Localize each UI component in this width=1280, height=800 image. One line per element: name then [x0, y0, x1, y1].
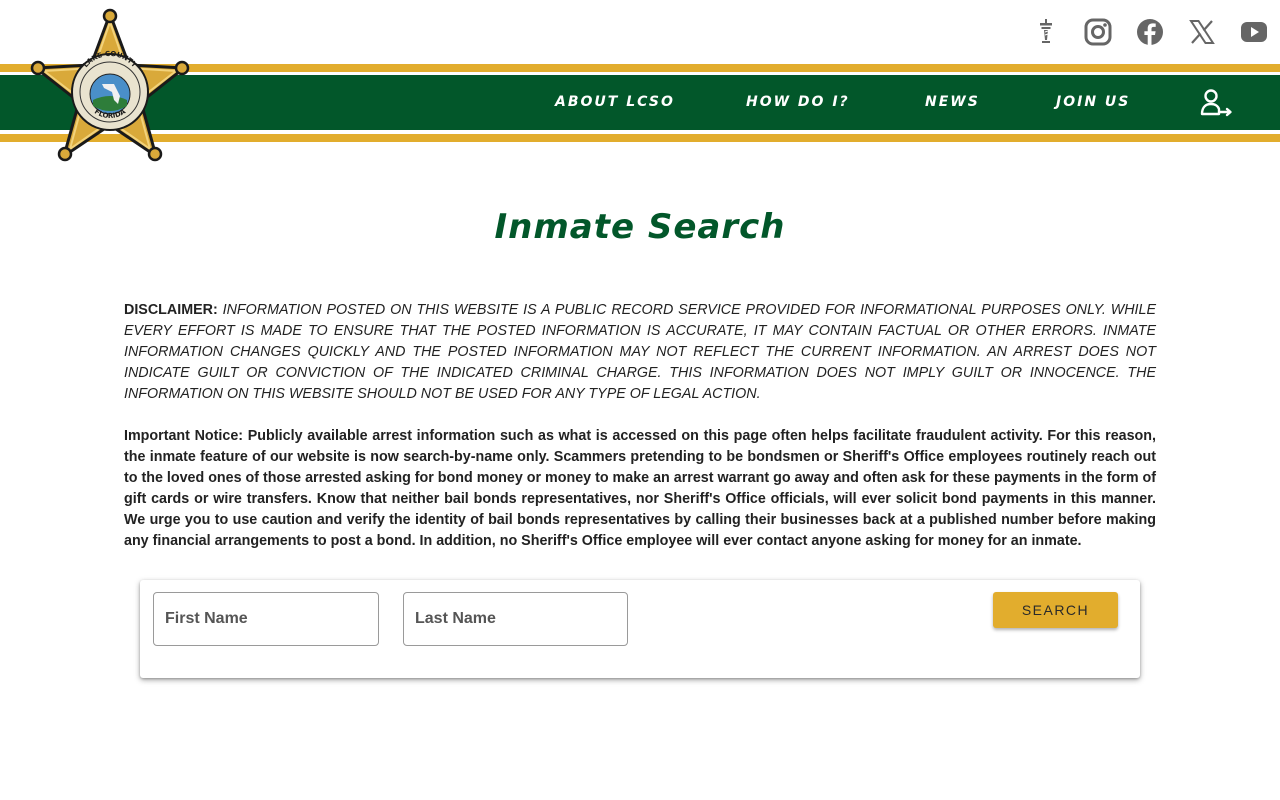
disclaimer-text: INFORMATION POSTED ON THIS WEBSITE IS A … [124, 302, 1156, 402]
first-name-field [153, 592, 379, 646]
last-name-input[interactable] [404, 593, 627, 645]
instagram-icon[interactable] [1082, 16, 1114, 48]
main-nav: ABOUT LCSO HOW DO I? NEWS JOIN US [0, 75, 1280, 130]
nav-about-lcso[interactable]: ABOUT LCSO [555, 75, 675, 130]
header-gold-stripe-top [0, 64, 1280, 72]
lighthouse-icon[interactable] [1030, 16, 1062, 48]
nav-news[interactable]: NEWS [925, 75, 980, 130]
disclaimer: DISCLAIMER: INFORMATION POSTED ON THIS W… [124, 300, 1156, 405]
facebook-icon[interactable] [1134, 16, 1166, 48]
user-login-icon[interactable] [1200, 89, 1234, 117]
youtube-icon[interactable] [1238, 16, 1270, 48]
important-notice: Important Notice: Publicly available arr… [124, 428, 1156, 549]
social-links [1010, 16, 1270, 48]
last-name-field [403, 592, 628, 646]
header-gold-stripe-bottom [0, 134, 1280, 142]
disclaimer-label: DISCLAIMER: [124, 302, 218, 318]
x-twitter-icon[interactable] [1186, 16, 1218, 48]
page: ABOUT LCSO HOW DO I? NEWS JOIN US LAKE C… [0, 0, 1280, 800]
page-title: Inmate Search [494, 207, 786, 247]
nav-how-do-i[interactable]: HOW DO I? [746, 75, 850, 130]
first-name-input[interactable] [154, 593, 378, 645]
top-bar [0, 0, 1280, 64]
sheriff-badge-logo[interactable]: LAKE COUNTY FLORIDA [28, 8, 192, 168]
nav-join-us[interactable]: JOIN US [1056, 75, 1130, 130]
search-button[interactable]: SEARCH [993, 592, 1118, 628]
search-card: SEARCH [140, 580, 1140, 678]
